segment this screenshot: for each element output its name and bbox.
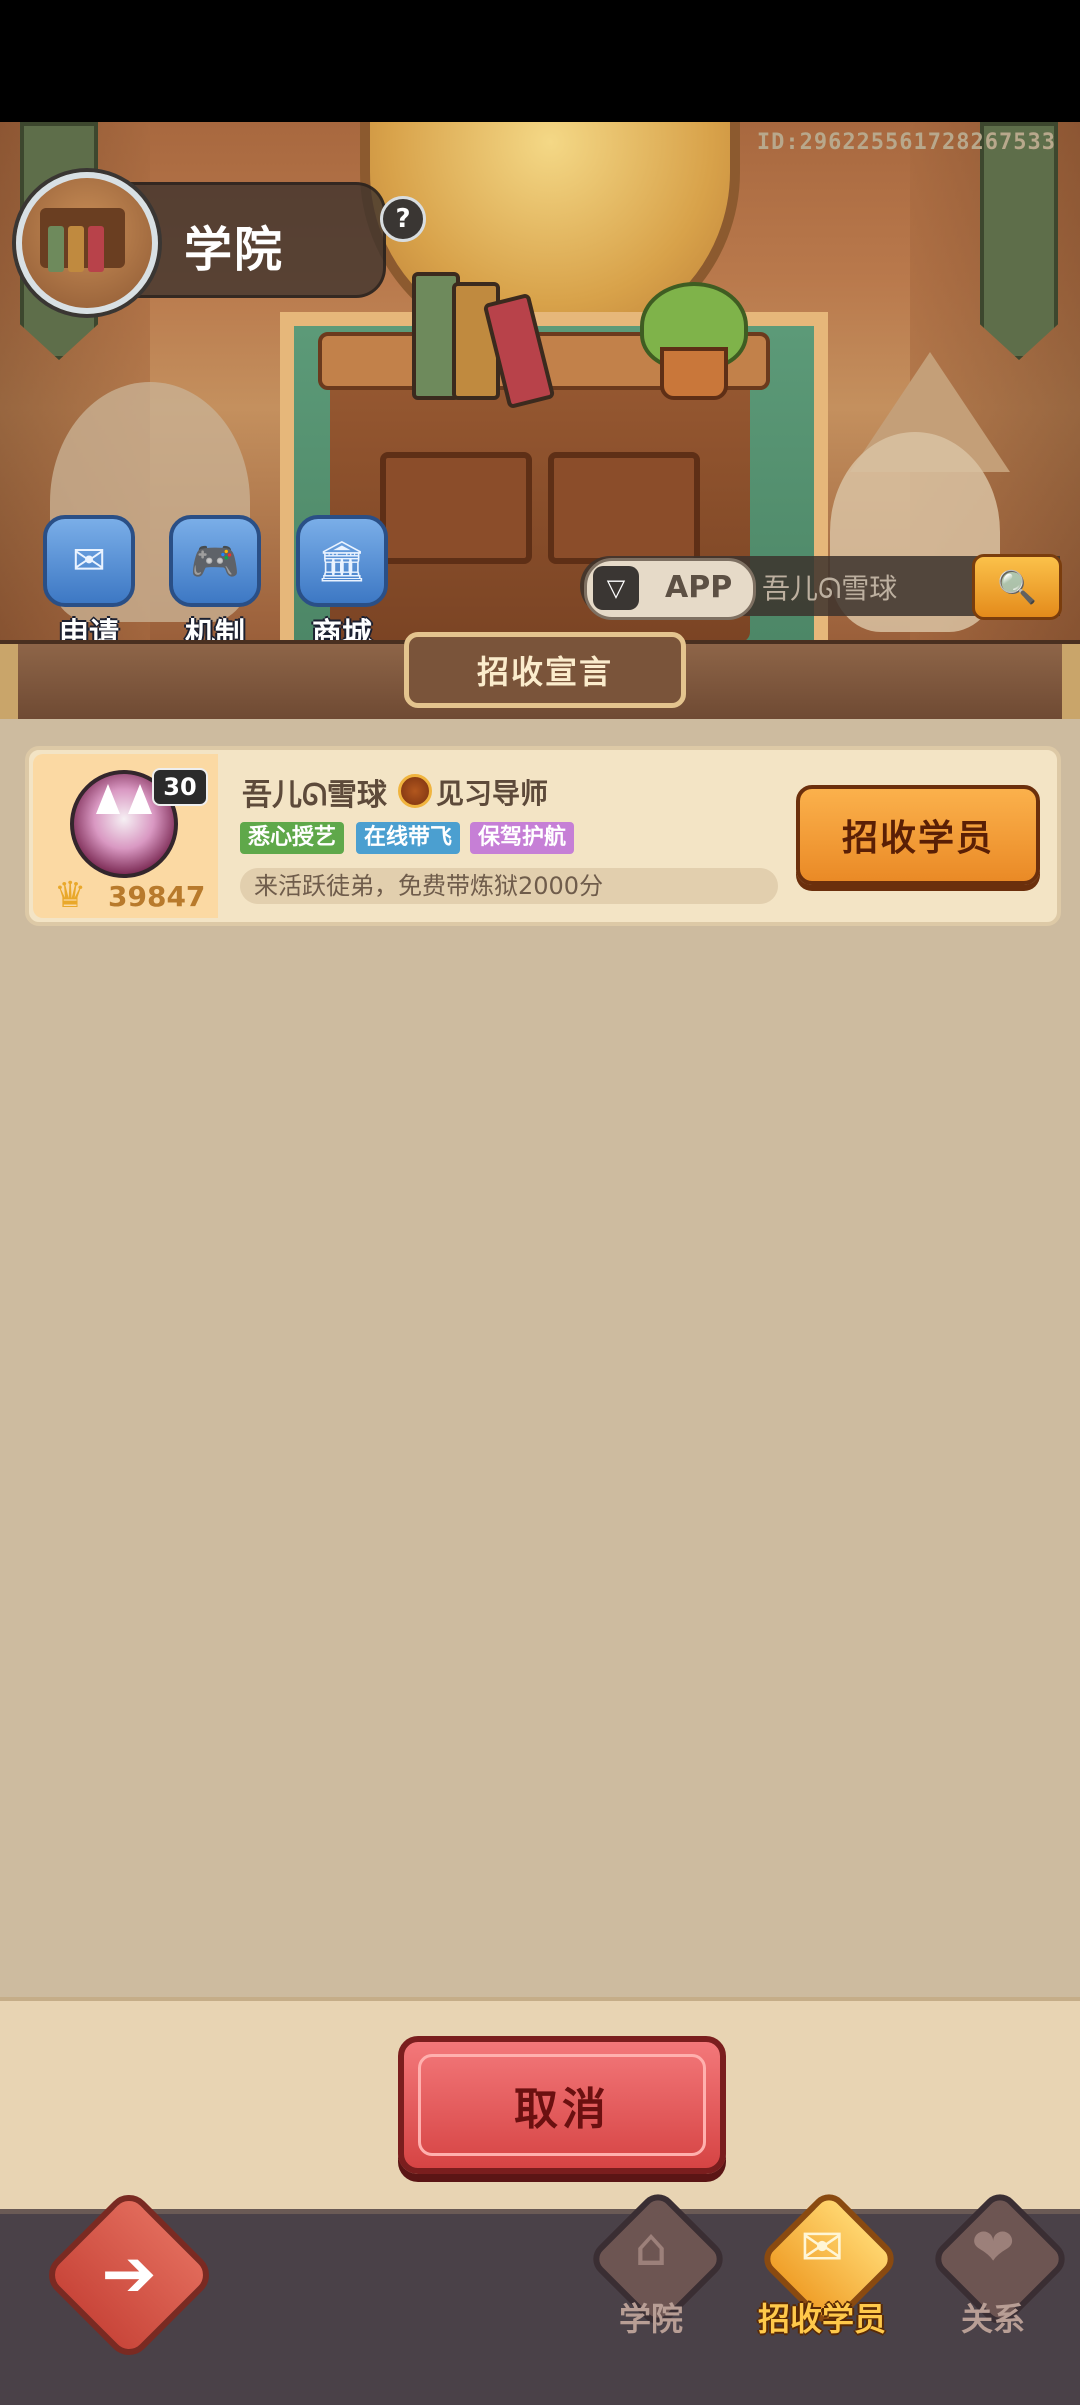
envelope-feather-icon: ✉ xyxy=(43,515,135,607)
page-title: 学院 xyxy=(184,222,285,278)
quick-action-shop[interactable]: 🏛 商城 xyxy=(287,515,397,653)
tag-badge: 保驾护航 xyxy=(470,822,575,854)
desk-drawer xyxy=(548,452,700,564)
envelope-star-icon: ✉ xyxy=(800,2218,844,2278)
chevron-down-icon: ▽ xyxy=(593,566,639,610)
mentor-name: 吾儿ᘏ雪球 xyxy=(242,778,387,813)
relations-icon: ❤ xyxy=(971,2218,1015,2278)
level-badge: 30 xyxy=(152,768,208,806)
nav-label: 关系 xyxy=(960,2300,1025,2338)
plant-pot xyxy=(660,347,728,400)
user-id-text: ID:2962255617282​67533 xyxy=(756,130,1056,155)
quick-action-apply[interactable]: ✉ 申请 xyxy=(34,515,144,653)
section-title: 招收宣言 xyxy=(404,632,686,708)
nav-item-academy[interactable]: ⌂ 学院 xyxy=(571,2186,731,2390)
back-arrow-icon: ➔ xyxy=(101,2234,157,2312)
help-button[interactable]: ? xyxy=(380,196,426,242)
cancel-button[interactable]: 取消 xyxy=(398,2036,726,2174)
banner-right xyxy=(980,122,1058,360)
cancel-label: 取消 xyxy=(514,2084,610,2135)
nav-label: 学院 xyxy=(618,2300,683,2338)
medal-icon xyxy=(398,774,432,808)
tag-badge: 在线带飞 xyxy=(356,822,461,854)
platform-label: APP xyxy=(665,570,733,605)
nav-item-relations[interactable]: ❤ 关系 xyxy=(913,2186,1073,2390)
platform-select[interactable]: ▽ APP xyxy=(584,558,756,620)
search-input[interactable] xyxy=(752,560,982,614)
academy-icon: ⌂ xyxy=(634,2218,668,2278)
recruit-motto: 来活跃徒弟，免费带炼狱2000分 xyxy=(240,868,778,904)
crown-icon: ♛ xyxy=(54,875,87,916)
academy-avatar xyxy=(16,172,158,314)
shop-icon: 🏛 xyxy=(296,515,388,607)
gamepad-icon: 🎮 xyxy=(169,515,261,607)
desk-drawer xyxy=(380,452,532,564)
quick-action-mechanism[interactable]: 🎮 机制 xyxy=(160,515,270,653)
tag-badge: 悉心授艺 xyxy=(240,822,345,854)
nav-item-recruit[interactable]: ✉ 招收学员 xyxy=(742,2186,902,2390)
search-button[interactable]: 🔍 xyxy=(972,554,1062,620)
mentor-rank: 见习导师 xyxy=(436,777,549,810)
status-bar xyxy=(0,0,1080,122)
recruit-students-button[interactable]: 招收学员 xyxy=(796,785,1040,885)
score-value: 39847 xyxy=(108,880,206,913)
search-icon: 🔍 xyxy=(997,568,1037,606)
nav-label: 招收学员 xyxy=(757,2300,886,2338)
